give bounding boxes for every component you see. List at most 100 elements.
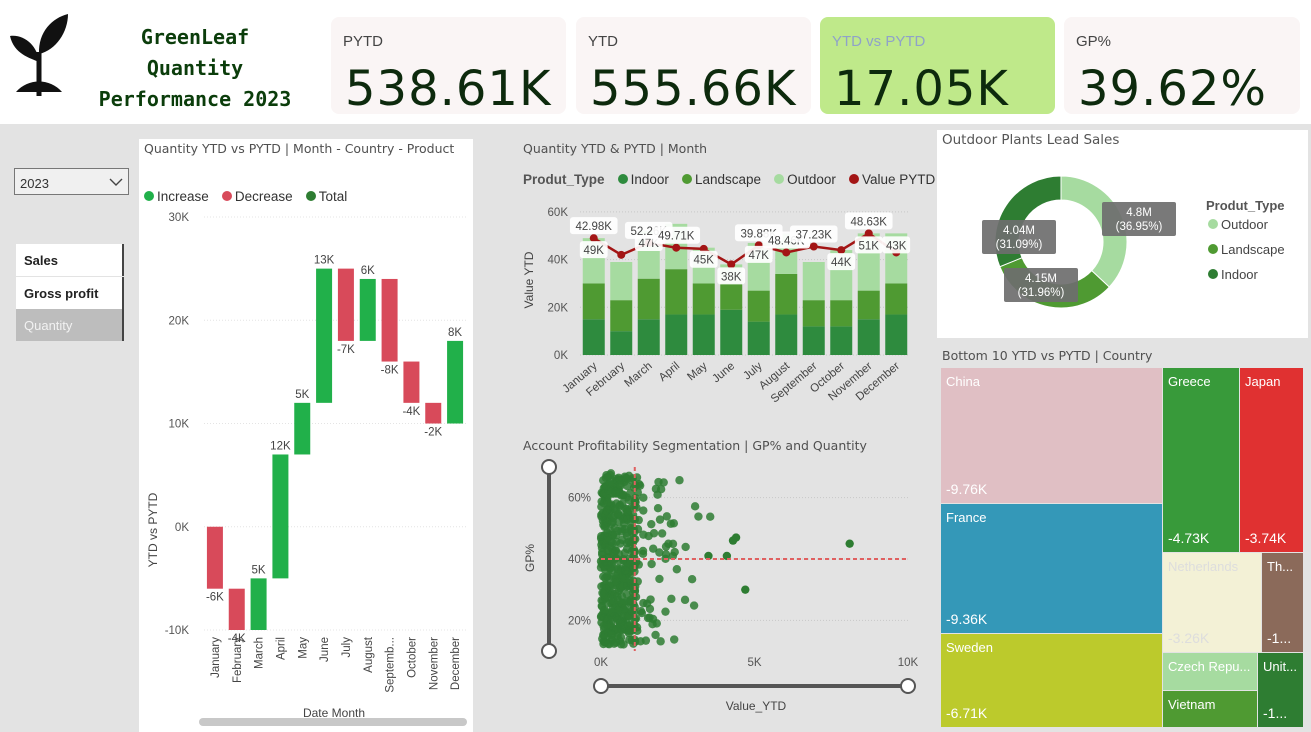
kpi-card-gp-percent[interactable]: GP% 39.62% (1064, 17, 1300, 117)
treemap-cell-value: -3.26K (1168, 630, 1210, 646)
x-slider-handle-left[interactable] (593, 678, 609, 694)
combo-line-marker (809, 242, 818, 251)
waterfall-data-label: -7K (337, 344, 355, 356)
waterfall-y-tick: 10K (169, 419, 190, 431)
treemap-cell-name: Netherlands (1168, 559, 1239, 574)
scatter-point (621, 566, 630, 575)
scatter-x-axis-title: Value_YTD (726, 699, 787, 713)
donut-data-label-value: 4.8M (1126, 207, 1152, 219)
combo-bar-label: 47K (749, 250, 770, 262)
scatter-point (618, 499, 627, 508)
donut-data-label-percent: (36.95%) (1116, 221, 1163, 233)
treemap-cell-value: -1... (1263, 705, 1288, 721)
scatter-point (731, 533, 741, 542)
combo-line-label: 42.98K (576, 221, 613, 233)
scatter-point (604, 486, 614, 495)
treemap-cell[interactable]: Czech Repu... (1163, 653, 1257, 690)
combo-bar-landscape (582, 283, 605, 320)
treemap-cell[interactable]: China -9.76K (941, 368, 1162, 503)
scatter-point (639, 530, 648, 539)
legend-item-landscape[interactable]: Landscape (681, 172, 761, 187)
legend-item-indoor[interactable]: Indoor (617, 172, 669, 187)
treemap-cell-name: China (946, 374, 980, 389)
waterfall-y-axis-title: YTD vs PYTD (146, 492, 160, 567)
scatter-point (645, 613, 654, 622)
legend-item-value-pytd[interactable]: Value PYTD (849, 172, 935, 187)
legend-dot-icon (617, 174, 628, 184)
kpi-value: 17.05K (834, 61, 1009, 117)
waterfall-x-tick: July (341, 637, 353, 658)
combo-y-axis-title: Value YTD (522, 251, 536, 308)
donut-legend-label: Indoor (1221, 267, 1259, 282)
treemap-cell[interactable]: Japan -3.74K (1240, 368, 1303, 552)
combo-line-marker (727, 260, 736, 269)
kpi-label: YTD vs PYTD (832, 33, 926, 50)
scatter-point (597, 502, 606, 511)
waterfall-x-tick: Septemb... (385, 637, 397, 693)
scatter-point (645, 604, 655, 614)
donut-legend-dot-icon (1208, 219, 1218, 229)
treemap-cell[interactable]: Sweden -6.71K (941, 634, 1162, 727)
treemap-cell-name: Japan (1245, 374, 1281, 389)
brand-line-1: GreenLeaf (140, 25, 250, 49)
treemap-cell[interactable]: France -9.36K (941, 504, 1162, 633)
kpi-value: 39.62% (1078, 61, 1268, 117)
scatter-x-tick: 10K (898, 657, 919, 669)
waterfall-scrollbar[interactable] (199, 718, 467, 726)
scatter-point (667, 594, 676, 604)
chevron-down-icon (109, 178, 123, 186)
combo-bar-landscape (857, 290, 880, 320)
kpi-card-pytd[interactable]: PYTD 538.61K (331, 17, 566, 117)
nav-button-sales[interactable]: Sales (16, 244, 124, 276)
treemap-cell[interactable]: Th... -1... (1262, 553, 1303, 652)
treemap-cell[interactable]: Greece -4.73K (1163, 368, 1239, 552)
scatter-point (649, 544, 658, 553)
scatter-point (625, 635, 634, 645)
nav-button-gross-profit[interactable]: Gross profit (16, 277, 124, 309)
scatter-title: Account Profitability Segmentation | GP%… (523, 438, 867, 453)
scatter-point (639, 493, 648, 502)
year-slicer-dropdown[interactable]: 2023 (14, 168, 129, 195)
waterfall-bar (359, 278, 376, 341)
scatter-point (656, 637, 665, 646)
waterfall-x-tick: March (254, 637, 266, 669)
y-slider-handle-bottom[interactable] (541, 643, 557, 659)
treemap-cell-name: Th... (1267, 559, 1294, 574)
combo-bar-landscape (720, 283, 743, 310)
waterfall-data-label: 5K (295, 389, 309, 401)
combo-x-tick: May (685, 360, 710, 383)
combo-y-tick: 60K (548, 207, 569, 219)
waterfall-bar (272, 454, 289, 579)
x-slider-handle-right[interactable] (900, 678, 916, 694)
combo-line-marker (837, 246, 846, 255)
y-slider-handle-top[interactable] (541, 459, 557, 475)
scatter-point (657, 529, 667, 538)
treemap-cell[interactable]: Netherlands -3.26K (1163, 553, 1261, 652)
waterfall-data-label: -6K (206, 592, 224, 604)
combo-bar-label: 44K (831, 257, 852, 269)
scatter-point (625, 626, 634, 636)
scatter-point (690, 502, 700, 511)
scatter-point (624, 612, 634, 621)
scatter-point (741, 585, 750, 594)
kpi-card-ytd-vs-pytd[interactable]: YTD vs PYTD 17.05K (820, 17, 1055, 117)
combo-x-tick: June (710, 360, 737, 385)
treemap-cell[interactable]: Vietnam (1163, 691, 1257, 727)
treemap-cell[interactable]: Unit... -1... (1258, 653, 1303, 727)
legend-label: Value PYTD (862, 171, 936, 187)
waterfall-y-tick: 0K (175, 522, 189, 534)
combo-bar-label: 49K (584, 245, 605, 257)
combo-x-tick: March (622, 360, 654, 390)
combo-bar-indoor (637, 319, 660, 355)
scatter-point (845, 539, 854, 548)
kpi-card-ytd[interactable]: YTD 555.66K (576, 17, 811, 117)
combo-bar-indoor (582, 319, 605, 355)
nav-button-quantity[interactable]: Quantity (16, 309, 124, 341)
combo-y-tick: 20K (548, 302, 569, 314)
donut-chart: Produt_Type 4.8M (36.95%) 4.15M (31.96%) 4.0… (982, 175, 1285, 309)
waterfall-data-label: -2K (424, 427, 442, 439)
legend-item-outdoor[interactable]: Outdoor (774, 172, 836, 187)
scatter-point (694, 512, 703, 521)
scatter-point (611, 638, 621, 647)
scatter-point (620, 603, 630, 613)
